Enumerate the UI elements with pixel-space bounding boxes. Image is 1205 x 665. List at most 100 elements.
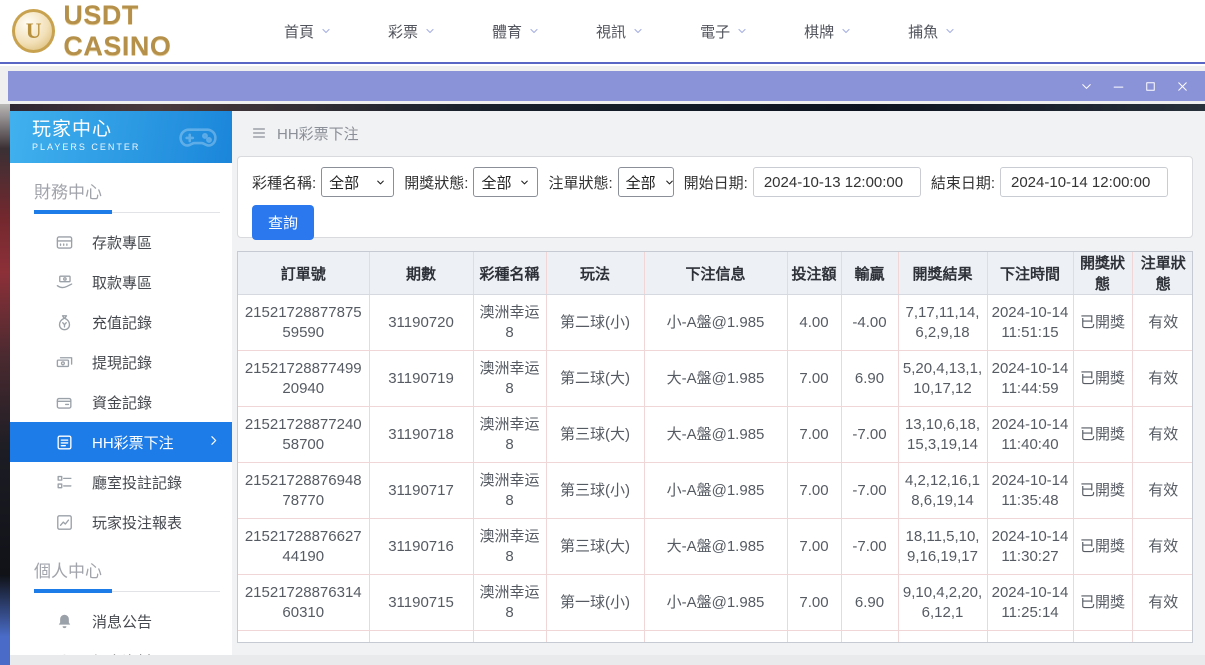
table-cell: 2024-10-14 11:40:40 xyxy=(987,407,1073,463)
table-cell: 2152172887787559590 xyxy=(238,295,369,351)
table-cell: 小-A盤@1.985 xyxy=(644,575,787,631)
sidebar-item-announcements[interactable]: 消息公告 xyxy=(10,601,232,641)
chevron-down-icon xyxy=(944,25,956,37)
table-cell: 有效 xyxy=(1132,519,1193,575)
sidebar-item-label: 取款專區 xyxy=(92,272,152,293)
table-cell: 第二球(小) xyxy=(546,295,644,351)
table-cell: 澳洲幸运8 xyxy=(473,407,546,463)
table-row: 215217288766274419031190716澳洲幸运8第三球(大)大-… xyxy=(238,519,1193,575)
table-cell: 2024-10-14 11:44:59 xyxy=(987,351,1073,407)
order-status-select[interactable]: 全部 xyxy=(618,167,674,197)
gamepad-icon xyxy=(172,115,224,159)
table-cell: 有效 xyxy=(1132,407,1193,463)
window-top-dark-strip xyxy=(10,104,1205,111)
top-nav: 首頁 彩票 體育 視訊 電子 棋牌 捕魚 xyxy=(284,21,956,42)
chevron-down-icon xyxy=(424,25,436,37)
window-dropdown-icon[interactable] xyxy=(1078,78,1095,95)
sidebar-header: 玩家中心 PLAYERS CENTER xyxy=(10,111,232,163)
nav-item-sports[interactable]: 體育 xyxy=(492,21,540,42)
table-cell: -7.00 xyxy=(841,519,898,575)
sidebar-item-withdraw-zone[interactable]: 取款專區 xyxy=(10,262,232,302)
table-header-row: 訂單號期數彩種名稱玩法下注信息投注額輸贏開獎結果下注時間開獎狀態注單狀態 xyxy=(238,252,1193,295)
table-cell xyxy=(841,631,898,644)
table-cell: 4.00 xyxy=(787,295,841,351)
nav-item-slots[interactable]: 電子 xyxy=(700,21,748,42)
nav-item-video[interactable]: 視訊 xyxy=(596,21,644,42)
sidebar-item-funds-records[interactable]: 資金記錄 xyxy=(10,382,232,422)
table-cell: 已開獎 xyxy=(1073,463,1132,519)
column-header: 玩法 xyxy=(546,252,644,295)
nav-item-label: 電子 xyxy=(700,21,730,42)
sidebar-item-label: 資金記錄 xyxy=(92,392,152,413)
draw-status-select[interactable]: 全部 xyxy=(473,167,538,197)
lottery-name-value: 全部 xyxy=(329,172,359,193)
table-row-partial xyxy=(238,631,1193,644)
table-cell: -4.00 xyxy=(841,295,898,351)
column-header: 開獎結果 xyxy=(898,252,987,295)
table-cell: 2152172887631460310 xyxy=(238,575,369,631)
table-cell: 31190720 xyxy=(369,295,473,351)
menu-toggle-icon[interactable] xyxy=(251,125,267,141)
chevron-down-icon xyxy=(320,25,332,37)
table-cell: -7.00 xyxy=(841,407,898,463)
sidebar-item-hh-lottery-bets[interactable]: HH彩票下注 xyxy=(10,422,232,462)
table-cell: 第三球(大) xyxy=(546,407,644,463)
sidebar-item-recharge-records[interactable]: 充值記錄 xyxy=(10,302,232,342)
lottery-name-label: 彩種名稱: xyxy=(252,172,316,193)
background-photo-strip xyxy=(0,104,10,665)
table-row: 215217288772405870031190718澳洲幸运8第三球(大)大-… xyxy=(238,407,1193,463)
table-cell: 第三球(小) xyxy=(546,463,644,519)
column-header: 訂單號 xyxy=(238,252,369,295)
table-row: 215217288769487877031190717澳洲幸运8第三球(小)小-… xyxy=(238,463,1193,519)
nav-item-label: 體育 xyxy=(492,21,522,42)
table-cell: 澳洲幸运8 xyxy=(473,295,546,351)
table-cell: 有效 xyxy=(1132,575,1193,631)
nav-item-board[interactable]: 棋牌 xyxy=(804,21,852,42)
lottery-name-select[interactable]: 全部 xyxy=(321,167,394,197)
table-cell: 31190715 xyxy=(369,575,473,631)
table-cell: 31190717 xyxy=(369,463,473,519)
column-header: 注單狀態 xyxy=(1132,252,1193,295)
brand-logo[interactable]: U USDT CASINO xyxy=(12,0,252,62)
nav-item-home[interactable]: 首頁 xyxy=(284,21,332,42)
player-center-window: 玩家中心 PLAYERS CENTER 財務中心存款專區取款專區充值記錄提現記錄… xyxy=(10,104,1205,665)
end-date-input[interactable] xyxy=(1000,167,1168,197)
window-close-button[interactable] xyxy=(1174,78,1191,95)
table-cell: 4,2,12,16,18,6,19,14 xyxy=(898,463,987,519)
window-minimize-button[interactable] xyxy=(1110,78,1127,95)
nav-item-lottery[interactable]: 彩票 xyxy=(388,21,436,42)
window-maximize-button[interactable] xyxy=(1142,78,1159,95)
sidebar-item-label: 提現記錄 xyxy=(92,352,152,373)
start-date-input[interactable] xyxy=(753,167,921,197)
nav-item-label: 捕魚 xyxy=(908,21,938,42)
chevron-down-icon xyxy=(528,25,540,37)
table-cell xyxy=(898,631,987,644)
query-button[interactable]: 查詢 xyxy=(252,205,314,240)
table-cell: 已開獎 xyxy=(1073,351,1132,407)
table-cell: 13,10,6,18,15,3,19,14 xyxy=(898,407,987,463)
nav-item-fishing[interactable]: 捕魚 xyxy=(908,21,956,42)
bets-table-container: 訂單號期數彩種名稱玩法下注信息投注額輸贏開獎結果下注時間開獎狀態注單狀態 215… xyxy=(237,251,1193,643)
table-cell: -7.00 xyxy=(841,463,898,519)
cash-icon xyxy=(54,352,74,372)
table-cell: 6.90 xyxy=(841,351,898,407)
column-header: 下注時間 xyxy=(987,252,1073,295)
table-cell: 2152172887694878770 xyxy=(238,463,369,519)
sidebar-item-withdrawal-records[interactable]: 提現記錄 xyxy=(10,342,232,382)
table-row: 215217288778755959031190720澳洲幸运8第二球(小)小-… xyxy=(238,295,1193,351)
sidebar-item-player-bet-report[interactable]: 玩家投注報表 xyxy=(10,502,232,542)
sidebar-item-room-bet-records[interactable]: 廳室投註記錄 xyxy=(10,462,232,502)
sidebar: 玩家中心 PLAYERS CENTER 財務中心存款專區取款專區充值記錄提現記錄… xyxy=(10,111,232,655)
sidebar-item-deposit-zone[interactable]: 存款專區 xyxy=(10,222,232,262)
table-cell: 第三球(大) xyxy=(546,519,644,575)
table-cell: 有效 xyxy=(1132,463,1193,519)
table-cell xyxy=(787,631,841,644)
table-cell: 澳洲幸运8 xyxy=(473,351,546,407)
order-status-value: 全部 xyxy=(626,172,656,193)
table-cell: 31190716 xyxy=(369,519,473,575)
withdraw-icon xyxy=(54,272,74,292)
table-cell: 9,10,4,2,20,6,12,1 xyxy=(898,575,987,631)
sidebar-item-profile[interactable]: 個人資料 xyxy=(10,641,232,655)
table-cell: 有效 xyxy=(1132,295,1193,351)
window-titlebar[interactable] xyxy=(8,71,1205,101)
